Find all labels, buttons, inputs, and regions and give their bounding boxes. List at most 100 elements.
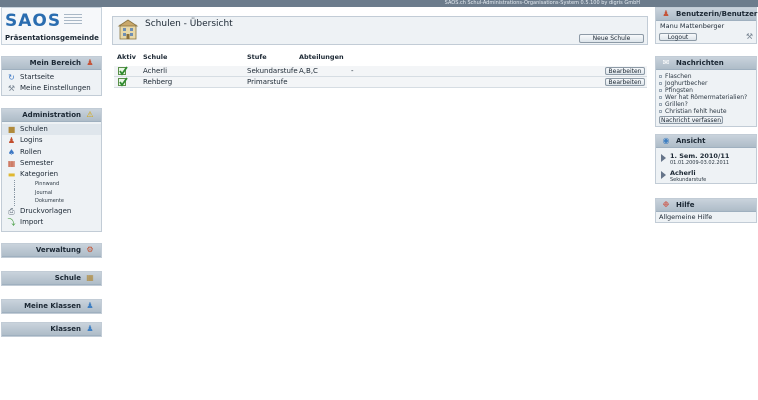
table-row: Rehberg Primarstufe Bearbeiten [114, 77, 647, 88]
klassen-title: Klassen [50, 325, 81, 333]
verwaltung-header[interactable]: Verwaltung ⚙ [2, 244, 101, 257]
col-stufe: Stufe [247, 53, 267, 61]
new-school-button[interactable]: Neue Schule [579, 34, 644, 43]
message-item[interactable]: Pfingsten [656, 87, 756, 94]
nav-journal[interactable]: Journal [14, 188, 101, 198]
unread-marker-icon [659, 89, 662, 92]
nav-pinnwand-label: Pinnwand [35, 181, 60, 188]
row-stufe: Sekundarstufe [247, 67, 298, 75]
mein-bereich-box: Mein Bereich ♟ ↻ Startseite ⚒ Meine Eins… [1, 56, 102, 96]
meine-klassen-title: Meine Klassen [24, 302, 81, 310]
help-lifebuoy-icon: ❉ [662, 200, 670, 209]
page-header-panel: Schulen - Übersicht Neue Schule [112, 16, 648, 45]
col-abteilungen: Abteilungen [299, 53, 344, 61]
logo: SAOS [5, 11, 62, 31]
nav-logins[interactable]: ♟ Logins [2, 135, 101, 146]
arrow-right-icon [661, 154, 666, 162]
message-item[interactable]: Flaschen [656, 73, 756, 80]
nav-meine-einstellungen[interactable]: ⚒ Meine Einstellungen [2, 83, 101, 94]
nav-kategorien[interactable]: ▬ Kategorien [2, 169, 101, 180]
active-check-icon [118, 77, 128, 87]
nav-schulen-label: Schulen [20, 125, 48, 133]
logo-lines-icon [64, 14, 82, 28]
nav-semester[interactable]: ▦ Semester [2, 158, 101, 169]
administration-box: Administration ⚠ ■ Schulen ♟ Logins ♠ Ro… [1, 108, 102, 232]
active-check-icon [118, 66, 128, 76]
nav-pinnwand[interactable]: Pinnwand [14, 180, 101, 189]
hilfe-header[interactable]: ❉ Hilfe [656, 199, 756, 212]
school-icon: ■ [7, 125, 16, 134]
schule-header[interactable]: Schule ▦ [2, 272, 101, 285]
administration-title: Administration [22, 111, 81, 119]
row-abteilungen: A,B,C [299, 67, 318, 75]
verwaltung-box: Verwaltung ⚙ [1, 243, 102, 258]
nav-rollen-label: Rollen [20, 147, 42, 156]
message-item[interactable]: Grillen? [656, 101, 756, 108]
administration-header[interactable]: Administration ⚠ [2, 109, 101, 122]
ansicht-header[interactable]: ◉ Ansicht [656, 135, 756, 148]
nav-import[interactable]: ⤵ Import [2, 217, 101, 228]
nachrichten-box: ✉ Nachrichten Flaschen Joghurtbecher Pfi… [655, 56, 757, 127]
users-icon: ♟ [7, 136, 16, 146]
message-item-label: Wer hat Römermaterialien? [665, 94, 748, 101]
person-icon: ♟ [86, 58, 94, 67]
meine-klassen-header[interactable]: Meine Klassen ♟ [2, 300, 101, 313]
nav-rollen[interactable]: ♠ Rollen [2, 147, 101, 158]
user-icon: ♟ [662, 9, 670, 18]
edit-button[interactable]: Bearbeiten [605, 67, 645, 75]
mein-bereich-title: Mein Bereich [29, 59, 81, 67]
ansicht-box: ◉ Ansicht 1. Sem. 2010/11 01.01.2009-03.… [655, 134, 757, 184]
top-bar: SAOS.ch Schul-Administrations-Organisati… [0, 0, 758, 7]
view-school-level: Sekundarstufe [670, 177, 707, 183]
view-school[interactable]: Acherli Sekundarstufe [656, 168, 756, 185]
view-semester[interactable]: 1. Sem. 2010/11 01.01.2009-03.02.2011 [656, 151, 756, 168]
page-title: Schulen - Übersicht [145, 19, 233, 29]
unread-marker-icon [659, 103, 662, 106]
row-school-name: Rehberg [143, 78, 173, 86]
compose-message-button[interactable]: Nachricht verfassen [659, 116, 723, 124]
settings-wrench-icon[interactable]: ⚒ [746, 32, 753, 41]
roles-icon: ♠ [7, 147, 16, 157]
nav-import-label: Import [20, 218, 44, 227]
classes-icon: ♟ [86, 324, 94, 333]
view-semester-dates: 01.01.2009-03.02.2011 [670, 160, 730, 166]
nav-druckvorlagen[interactable]: ⎙ Druckvorlagen [2, 206, 101, 217]
col-schule: Schule [143, 53, 168, 61]
message-item-label: Pfingsten [665, 87, 693, 94]
schule-box: Schule ▦ [1, 271, 102, 286]
school-building-icon [117, 19, 139, 40]
nav-dokumente[interactable]: Dokumente [14, 197, 101, 206]
meine-klassen-box: Meine Klassen ♟ [1, 299, 102, 314]
message-item[interactable]: Christian fehlt heute [656, 108, 756, 115]
row-school-name: Acherli [143, 67, 168, 75]
hilfe-box: ❉ Hilfe Allgemeine Hilfe [655, 198, 757, 223]
mein-bereich-header[interactable]: Mein Bereich ♟ [2, 57, 101, 70]
klassen-box: Klassen ♟ [1, 322, 102, 337]
message-item[interactable]: Wer hat Römermaterialien? [656, 94, 756, 101]
system-info: SAOS.ch Schul-Administrations-Organisati… [444, 0, 640, 6]
view-school-title: Acherli [670, 169, 696, 177]
folder-icon: ▬ [7, 170, 16, 180]
community-name: Präsentationsgemeinde [5, 34, 99, 42]
message-item-label: Joghurtbecher [665, 80, 708, 87]
view-semester-title: 1. Sem. 2010/11 [670, 152, 730, 160]
klassen-header[interactable]: Klassen ♟ [2, 323, 101, 336]
arrow-right-icon [661, 171, 666, 179]
col-aktiv: Aktiv [117, 53, 136, 61]
user-name: Manu Mattenberger [660, 22, 725, 30]
unread-marker-icon [659, 75, 662, 78]
refresh-icon: ↻ [8, 73, 15, 82]
unread-marker-icon [659, 110, 662, 113]
ansicht-title: Ansicht [676, 137, 706, 145]
nachrichten-header[interactable]: ✉ Nachrichten [656, 57, 756, 70]
nav-journal-label: Journal [35, 189, 53, 196]
message-item[interactable]: Joghurtbecher [656, 80, 756, 87]
unread-marker-icon [659, 96, 662, 99]
edit-button[interactable]: Bearbeiten [605, 78, 645, 86]
user-box: ♟ Benutzerin/Benutzer Manu Mattenberger … [655, 7, 757, 44]
nav-startseite[interactable]: ↻ Startseite [2, 72, 101, 83]
nav-startseite-label: Startseite [20, 73, 55, 81]
help-link[interactable]: Allgemeine Hilfe [656, 212, 756, 222]
nav-schulen[interactable]: ■ Schulen [2, 124, 101, 136]
logout-button[interactable]: Logout [659, 33, 697, 41]
